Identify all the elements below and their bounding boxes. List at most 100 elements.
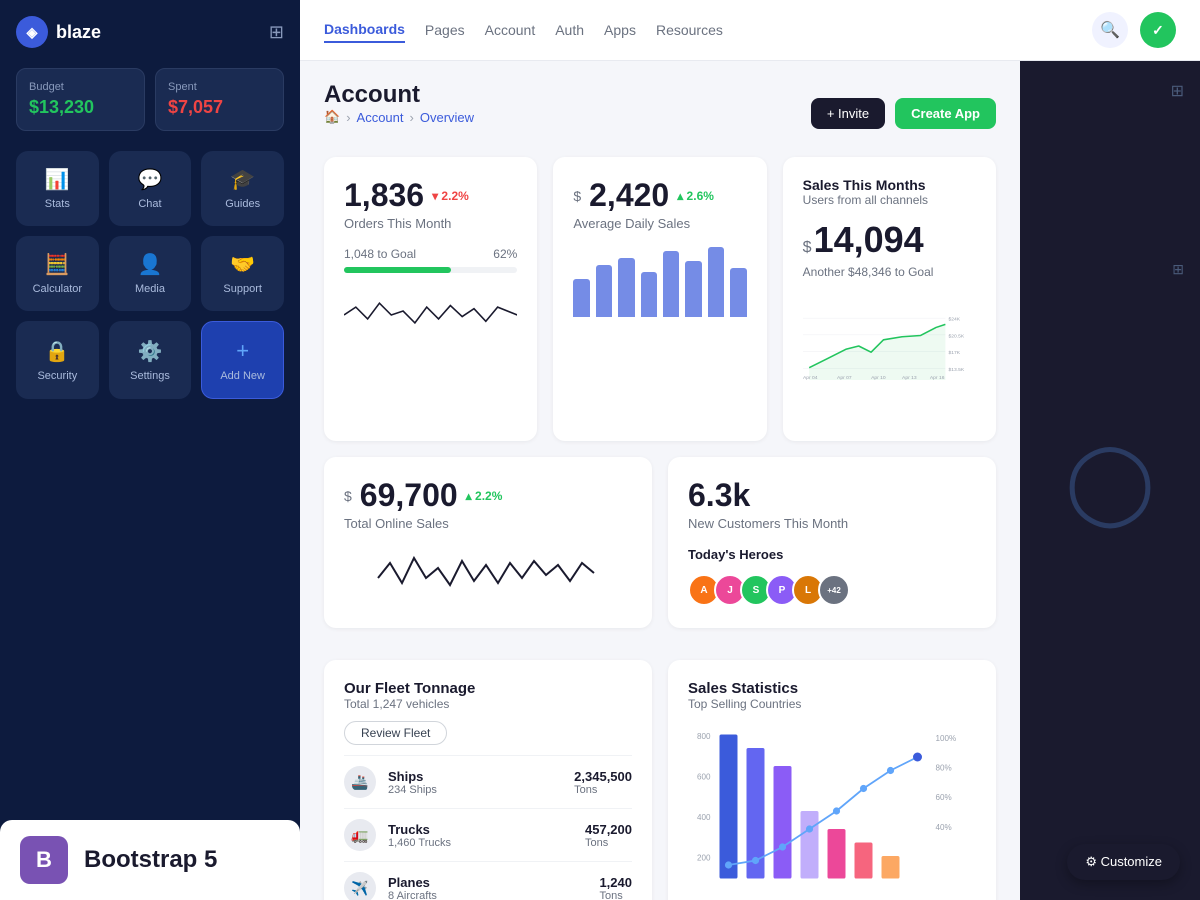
svg-text:$20.5K: $20.5K — [948, 333, 964, 339]
sidebar-item-guides[interactable]: 🎓 Guides — [201, 151, 284, 226]
logo-icon: ◈ — [16, 16, 48, 48]
sales-dollar: $ — [803, 239, 812, 257]
chat-label: Chat — [138, 198, 161, 210]
sidebar-item-support[interactable]: 🤝 Support — [201, 236, 284, 311]
online-prefix: $ — [344, 488, 352, 504]
svg-text:$17K: $17K — [948, 350, 960, 356]
support-icon: 🤝 — [230, 252, 255, 277]
online-sales-badge: ▴ 2.2% — [466, 489, 503, 503]
orders-progress: 1,048 to Goal 62% — [344, 247, 517, 273]
dark-right-panel: ◯ ⊞ ⊞ — [1020, 61, 1200, 900]
chat-icon: 💬 — [138, 167, 163, 192]
bar-8 — [730, 268, 746, 317]
bottom-grid: Our Fleet Tonnage Total 1,247 vehicles R… — [324, 644, 996, 900]
breadcrumb-home: 🏠 — [324, 109, 340, 125]
sidebar-item-chat[interactable]: 💬 Chat — [109, 151, 192, 226]
tab-auth[interactable]: Auth — [555, 18, 584, 42]
page-title: Account — [324, 81, 474, 109]
budget-value: $13,230 — [29, 97, 132, 118]
media-label: Media — [135, 283, 165, 295]
settings-icon: ⚙️ — [138, 339, 163, 364]
spent-card: Spent $7,057 — [155, 68, 284, 131]
sales-goal-note: Another $48,346 to Goal — [803, 265, 976, 279]
heroes-section: Today's Heroes A J S P L +42 — [688, 547, 976, 606]
bar-1 — [573, 279, 589, 318]
calculator-label: Calculator — [33, 283, 83, 295]
sidebar-item-media[interactable]: 👤 Media — [109, 236, 192, 311]
logo-area: ◈ blaze — [16, 16, 101, 48]
progress-bar-bg — [344, 267, 517, 273]
sales-month-title: Sales This Months — [803, 177, 976, 193]
planes-name: Planes — [388, 875, 437, 890]
search-button[interactable]: 🔍 — [1092, 12, 1128, 48]
fleet-card: Our Fleet Tonnage Total 1,247 vehicles R… — [324, 660, 652, 900]
bar-4 — [641, 272, 657, 318]
bootstrap-icon: B — [20, 836, 68, 884]
fleet-row-ships: 🚢 Ships 234 Ships 2,345,500 Tons — [344, 755, 632, 808]
grid-menu: 📊 Stats 💬 Chat 🎓 Guides 🧮 Calculator 👤 M… — [16, 151, 284, 399]
content-wrapper: Account 🏠 › Account › Overview + Invite … — [300, 61, 1200, 900]
sidebar-header: ◈ blaze ⊞ — [16, 16, 284, 48]
daily-sales-badge: ▴ 2.6% — [677, 189, 714, 203]
breadcrumb-overview: Overview — [420, 110, 474, 125]
orders-value: 1,836 — [344, 177, 424, 214]
sales-stats-chart: 800 600 400 200 — [688, 721, 976, 900]
invite-button[interactable]: + Invite — [811, 98, 885, 129]
calculator-icon: 🧮 — [45, 252, 70, 277]
ships-name: Ships — [388, 769, 437, 784]
tab-account[interactable]: Account — [485, 18, 536, 42]
add-new-label: Add New — [220, 370, 265, 382]
fleet-row-planes: ✈️ Planes 8 Aircrafts 1,240 Tons — [344, 861, 632, 900]
trucks-unit: Tons — [585, 837, 632, 849]
bar-6 — [685, 261, 701, 317]
sidebar: ◈ blaze ⊞ Budget $13,230 Spent $7,057 📊 … — [0, 0, 300, 900]
sales-statistics-card: Sales Statistics Top Selling Countries 8… — [668, 660, 996, 900]
tab-dashboards[interactable]: Dashboards — [324, 17, 405, 43]
tab-pages[interactable]: Pages — [425, 18, 465, 42]
tab-apps[interactable]: Apps — [604, 18, 636, 42]
heroes-title: Today's Heroes — [688, 547, 976, 562]
svg-text:80%: 80% — [936, 764, 952, 773]
panel-icon-mid[interactable]: ⊞ — [1172, 261, 1184, 278]
orders-label: Orders This Month — [344, 216, 517, 231]
ships-count: 234 Ships — [388, 784, 437, 796]
logo-text: blaze — [56, 22, 101, 43]
ships-unit: Tons — [574, 784, 632, 796]
fleet-subtitle: Total 1,247 vehicles — [344, 697, 632, 711]
panel-icon-top[interactable]: ⊞ — [1171, 81, 1184, 101]
heroes-row: A J S P L +42 — [688, 574, 976, 606]
top-nav: Dashboards Pages Account Auth Apps Resou… — [300, 0, 1200, 61]
main: Dashboards Pages Account Auth Apps Resou… — [300, 0, 1200, 900]
daily-sales-label: Average Daily Sales — [573, 216, 746, 231]
guides-icon: 🎓 — [230, 167, 255, 192]
security-icon: 🔒 — [45, 339, 70, 364]
svg-text:40%: 40% — [936, 823, 952, 832]
sales-month-value: 14,094 — [814, 219, 924, 261]
stats-grid: 1,836 ▾ 2.2% Orders This Month 1,048 to … — [324, 157, 996, 441]
sidebar-item-security[interactable]: 🔒 Security — [16, 321, 99, 399]
create-app-button[interactable]: Create App — [895, 98, 996, 129]
sales-stats-sub: Top Selling Countries — [688, 697, 976, 711]
sidebar-menu-icon[interactable]: ⊞ — [269, 22, 284, 43]
review-fleet-button[interactable]: Review Fleet — [344, 721, 447, 745]
orders-card: 1,836 ▾ 2.2% Orders This Month 1,048 to … — [324, 157, 537, 441]
bootstrap-text: Bootstrap 5 — [84, 846, 217, 874]
bar-chart — [573, 247, 746, 317]
sales-stats-title: Sales Statistics — [688, 680, 976, 697]
online-waveform — [344, 543, 632, 603]
ships-icon: 🚢 — [344, 766, 376, 798]
svg-text:60%: 60% — [936, 793, 952, 802]
customize-button[interactable]: ⚙ Customize — [1067, 844, 1180, 880]
sidebar-item-settings[interactable]: ⚙️ Settings — [109, 321, 192, 399]
progress-bar-fill — [344, 267, 451, 273]
svg-text:Apr 07: Apr 07 — [837, 375, 852, 381]
goal-label: 1,048 to Goal — [344, 247, 416, 261]
svg-text:800: 800 — [697, 732, 711, 741]
user-avatar[interactable]: ✓ — [1140, 12, 1176, 48]
sidebar-item-calculator[interactable]: 🧮 Calculator — [16, 236, 99, 311]
online-sales-value: 69,700 — [360, 477, 458, 514]
sidebar-item-add-new[interactable]: + Add New — [201, 321, 284, 399]
spent-label: Spent — [168, 81, 271, 93]
sidebar-item-stats[interactable]: 📊 Stats — [16, 151, 99, 226]
tab-resources[interactable]: Resources — [656, 18, 723, 42]
